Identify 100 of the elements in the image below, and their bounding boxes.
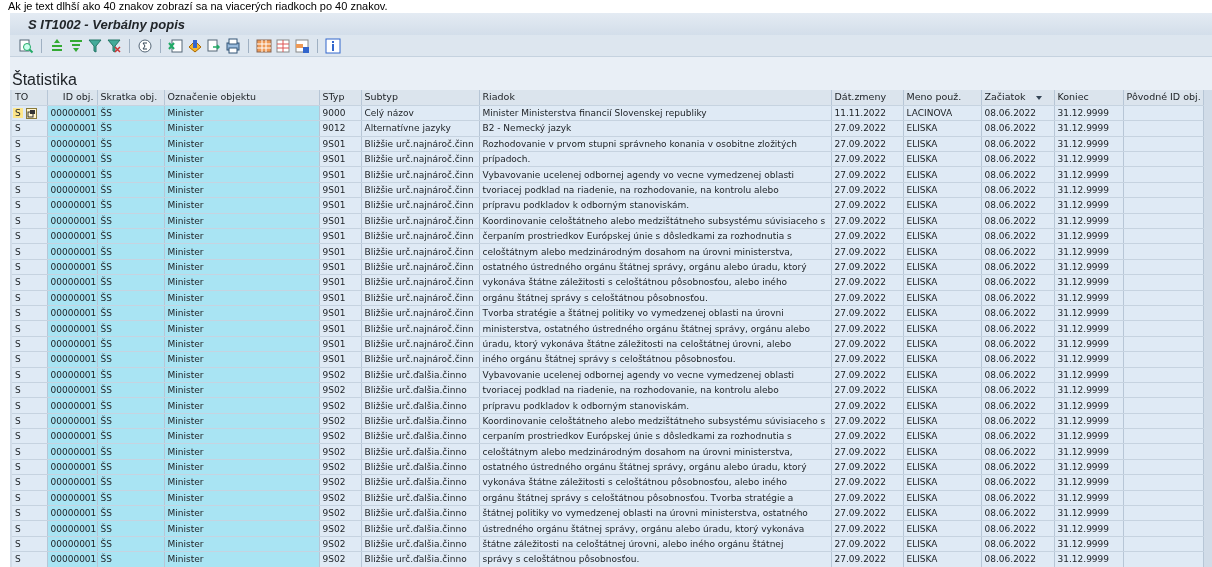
sum-icon[interactable] (137, 37, 153, 54)
table-cell: 08.06.2022 (984, 354, 1037, 365)
table-cell: 00000001 (50, 400, 96, 411)
table-cell: 27.09.2022 (834, 462, 887, 473)
table-cell: LACINOVA (906, 108, 953, 119)
grid-icon[interactable] (256, 37, 272, 54)
table-cell: 9S02 (322, 369, 346, 380)
document-transfer-icon[interactable] (206, 37, 222, 54)
table-cell: ELISKA (906, 462, 938, 473)
table-cell: Bližšie urč.najnároč.činn (364, 215, 474, 226)
table-cell: 9S01 (322, 200, 346, 211)
table-cell: Minister (167, 539, 204, 549)
table-cell: Minister (167, 431, 204, 442)
window-icon (26, 109, 36, 119)
table-cell: 31.12.9999 (1057, 462, 1110, 473)
print-icon[interactable] (225, 37, 241, 54)
table-cell: 31.12.9999 (1057, 231, 1110, 242)
table-cell: 9S01 (322, 231, 346, 242)
table-cell: S (15, 354, 21, 365)
table-cell: S (15, 215, 21, 226)
table-cell: 31.12.9999 (1057, 185, 1110, 196)
table-cell: ŠS (100, 108, 112, 119)
sort-descending-icon[interactable] (68, 37, 84, 54)
table-cell: ŠS (100, 323, 112, 334)
table-cell: S (15, 185, 21, 196)
table-cell: 31.12.9999 (1057, 477, 1110, 488)
table-cell: Bližšie urč.najnároč.činn (364, 169, 474, 180)
table-cell: 27.09.2022 (834, 539, 887, 549)
table-cell: 08.06.2022 (984, 462, 1037, 473)
table-cell: 08.06.2022 (984, 277, 1037, 288)
table-cell: Koordinovanie celoštátneho alebo medzištátneho subsystému súvisiaceho s (482, 415, 826, 426)
table-cell: Bližšie urč.ďalšia.činno (364, 554, 467, 565)
table-cell: 08.06.2022 (984, 415, 1037, 426)
table-cell: Bližšie urč.najnároč.činn (364, 154, 474, 165)
table-cell: ŠS (100, 539, 112, 549)
table-cell: ŠS (100, 215, 112, 226)
table-cell: Minister (167, 554, 204, 565)
table-cell: 31.12.9999 (1057, 508, 1110, 519)
table-cell: Minister (167, 169, 204, 180)
table-cell: Bližšie urč.ďalšia.činno (364, 462, 467, 473)
table-cell: 27.09.2022 (834, 354, 887, 365)
table-cell: ELISKA (906, 539, 938, 549)
table-cell: ELISKA (906, 262, 938, 272)
table-cell: 31.12.9999 (1057, 246, 1110, 257)
table-cell: Bližšie urč.najnároč.činn (364, 354, 474, 365)
table-cell: Minister (167, 462, 204, 473)
table-cell: 27.09.2022 (834, 308, 887, 319)
window-title: S IT1002 - Verbálny popis (10, 13, 1212, 35)
table-cell: ŠS (100, 523, 112, 534)
table-cell: 00000001 (50, 338, 96, 349)
table-cell: 00000001 (50, 539, 96, 549)
table-cell: Celý názov (364, 108, 414, 119)
table-cell: 08.06.2022 (984, 338, 1037, 349)
table-cell: Minister (167, 138, 204, 149)
column-header[interactable]: Riadok (482, 91, 515, 103)
table-cell: 08.06.2022 (984, 231, 1037, 242)
table-cell: ELISKA (906, 354, 938, 365)
table-cell: štátnej politiky vo vymedzenej oblasti na úrovni ministerstva, ostatného (482, 508, 808, 519)
table-cell: 31.12.9999 (1057, 323, 1110, 334)
table-cell: S (15, 169, 21, 180)
table-cell: orgánu štátnej správy s celoštátnou pôsobnosťou. (482, 292, 708, 303)
table-cell: 00000001 (50, 169, 96, 180)
table-cell: 9012 (322, 123, 346, 134)
table-cell: S (15, 138, 21, 149)
table-cell: ELISKA (906, 415, 938, 426)
table-cell: S (15, 262, 21, 272)
table-cell: 9S01 (322, 185, 346, 196)
table-layout-icon[interactable] (275, 37, 291, 54)
filter-delete-icon[interactable] (106, 37, 122, 54)
table-cell: 31.12.9999 (1057, 415, 1110, 426)
table-cell: 27.09.2022 (834, 215, 887, 226)
sort-ascending-icon[interactable] (49, 37, 65, 54)
table-cell: Koordinovanie celoštátneho alebo medzištátneho subsystému súvisiaceho s (482, 215, 826, 226)
filter-icon[interactable] (87, 37, 103, 54)
table-cell: Bližšie urč.najnároč.činn (364, 262, 474, 272)
table-cell: správy s celoštátnou pôsobnosťou. (482, 554, 640, 565)
table-cell: ELISKA (906, 523, 938, 534)
spreadsheet-icon[interactable] (168, 37, 184, 54)
table-cell: 08.06.2022 (984, 292, 1037, 303)
table-cell: ELISKA (906, 338, 938, 349)
table-cell: 00000001 (50, 354, 96, 365)
table-cell: Minister (167, 215, 204, 226)
table-cell: ŠS (100, 508, 112, 519)
info-icon[interactable] (325, 37, 341, 54)
table-cell: ŠS (100, 354, 112, 365)
table-cell: 27.09.2022 (834, 277, 887, 288)
table-cell: S (15, 508, 21, 519)
table-cell: úradu, ktorý vykonáva štátne záležitosti na celoštátnej úrovni, alebo (482, 338, 792, 349)
table-cell: S (15, 338, 21, 349)
table-cell: ŠS (100, 277, 112, 288)
table-cell: 31.12.9999 (1057, 400, 1110, 411)
table-cell: Minister (167, 523, 204, 534)
table-cell: 27.09.2022 (834, 431, 887, 442)
table-cell: 00000001 (50, 508, 96, 519)
table-cell: 31.12.9999 (1057, 554, 1110, 565)
details-icon[interactable] (18, 37, 34, 54)
table-select-icon[interactable] (294, 37, 310, 54)
table-cell: tvoriacej podklad na riadenie, na rozhodovanie, na kontrolu alebo (482, 185, 779, 196)
table-cell: 00000001 (50, 477, 96, 488)
value-help-button[interactable] (25, 108, 37, 120)
